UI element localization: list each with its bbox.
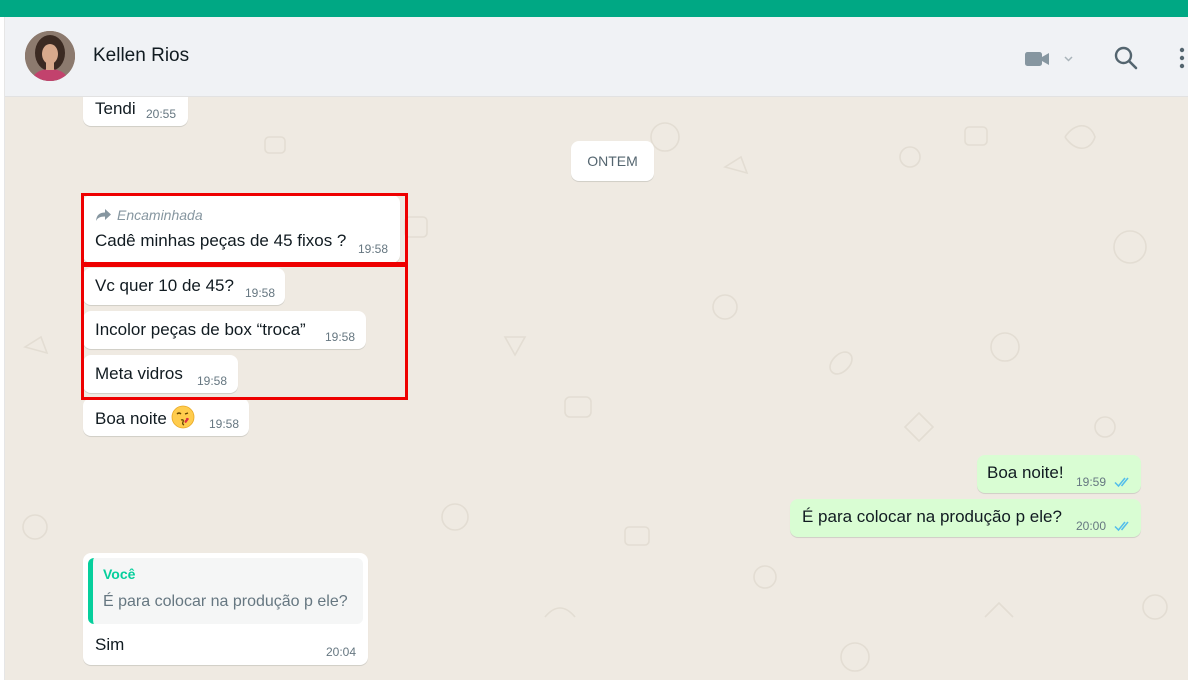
message-text: É para colocar na produção p ele?	[802, 507, 1062, 526]
double-check-icon	[1114, 477, 1129, 488]
chat-area[interactable]: Tendi 20:55 ONTEM Encaminhada Cadê minha…	[5, 97, 1188, 680]
search-button[interactable]	[1113, 45, 1139, 71]
outgoing-message-bubble[interactable]: Boa noite! 19:59	[977, 455, 1141, 493]
video-call-button[interactable]	[1023, 47, 1083, 71]
message-text: Sim	[95, 635, 125, 654]
menu-button[interactable]	[1177, 45, 1187, 73]
message-text: Boa noite	[95, 405, 195, 429]
quoted-text: É para colocar na produção p ele?	[103, 593, 348, 610]
message-text: Tendi	[95, 99, 136, 118]
video-camera-icon	[1025, 52, 1073, 66]
message-bubble[interactable]: Boa noite 19:58	[83, 398, 249, 436]
quoted-message[interactable]: Você É para colocar na produção p ele?	[88, 558, 363, 624]
chat-header[interactable]: Kellen Rios	[5, 17, 1188, 97]
contact-name[interactable]: Kellen Rios	[93, 45, 189, 67]
message-time: 19:58	[209, 417, 240, 431]
highlight-box-replies	[81, 264, 408, 400]
search-icon	[1114, 46, 1138, 70]
highlight-box-forwarded	[81, 193, 408, 265]
menu-dots-icon	[1179, 47, 1185, 69]
contact-avatar[interactable]	[25, 31, 75, 81]
message-time: 20:00	[1076, 519, 1107, 533]
reply-message-bubble[interactable]: Você É para colocar na produção p ele? S…	[83, 553, 368, 665]
chevron-down-icon	[1064, 56, 1073, 62]
app-top-bar	[0, 0, 1188, 17]
message-bubble[interactable]: Tendi 20:55	[83, 97, 188, 126]
message-time: 20:55	[146, 107, 177, 121]
date-divider: ONTEM	[571, 141, 654, 181]
message-time: 20:04	[326, 645, 357, 659]
outgoing-message-bubble[interactable]: É para colocar na produção p ele? 20:00	[790, 499, 1141, 537]
message-text: Boa noite!	[987, 463, 1064, 482]
kissing-face-emoji-icon	[171, 405, 195, 429]
double-check-icon	[1114, 521, 1129, 532]
quoted-author: Você	[103, 566, 136, 582]
message-time: 19:59	[1076, 475, 1107, 489]
